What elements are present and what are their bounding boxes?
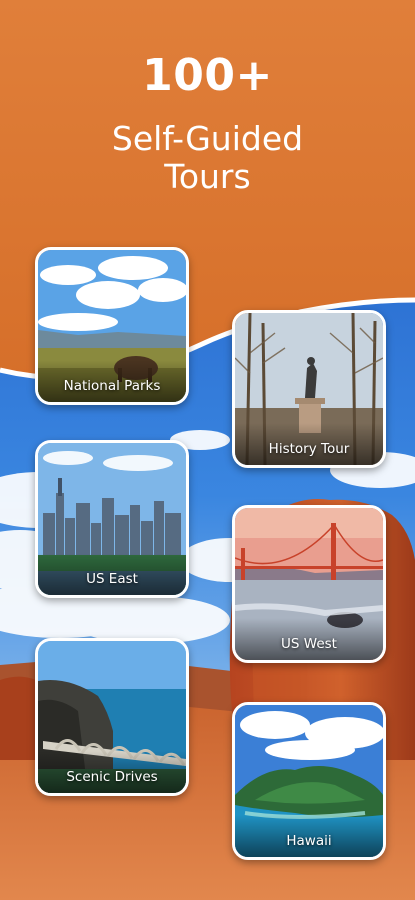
tour-card-label: US East — [86, 571, 138, 587]
tour-card-hawaii[interactable]: Hawaii — [232, 702, 386, 860]
subtitle: Self-Guided Tours — [0, 120, 415, 196]
subtitle-line-2: Tours — [164, 157, 251, 196]
tour-card-us-east[interactable]: US East — [35, 440, 189, 598]
subtitle-line-1: Self-Guided — [111, 119, 304, 158]
tour-card-label: US West — [281, 636, 337, 652]
tour-card-label: Hawaii — [286, 833, 332, 849]
tour-card-history-tour[interactable]: History Tour — [232, 310, 386, 468]
tour-card-us-west[interactable]: US West — [232, 505, 386, 663]
tour-card-scenic-drives[interactable]: Scenic Drives — [35, 638, 189, 796]
tour-card-label: History Tour — [268, 441, 350, 457]
tour-count: 100+ — [142, 50, 273, 101]
tour-card-label: National Parks — [63, 378, 161, 394]
headline: 100+ Self-Guided Tours — [0, 50, 415, 196]
tour-card-national-parks[interactable]: National Parks — [35, 247, 189, 405]
tour-card-label: Scenic Drives — [66, 769, 158, 785]
